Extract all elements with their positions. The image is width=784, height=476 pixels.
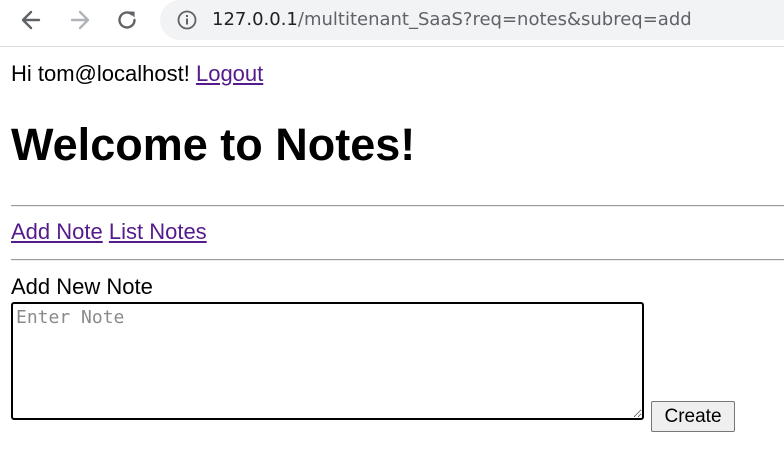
create-button[interactable]: Create <box>651 401 735 432</box>
reload-button[interactable] <box>113 6 141 34</box>
back-button[interactable] <box>17 6 45 34</box>
url-host: 127.0.0.1 <box>212 9 298 30</box>
toolbar-divider <box>0 46 784 47</box>
reload-icon <box>118 11 136 29</box>
url-path: /multitenant_SaaS?req=notes&subreq=add <box>297 9 692 30</box>
arrow-right-icon <box>70 10 90 30</box>
divider-bottom <box>11 259 784 261</box>
arrow-left-icon <box>21 10 41 30</box>
add-note-label: Add New Note <box>11 274 153 299</box>
browser-toolbar: 127.0.0.1/multitenant_SaaS?req=notes&sub… <box>0 0 784 40</box>
greeting-text: Hi tom@localhost! <box>11 61 190 86</box>
address-bar[interactable]: 127.0.0.1/multitenant_SaaS?req=notes&sub… <box>160 0 784 40</box>
info-icon[interactable] <box>177 10 197 30</box>
page-title: Welcome to Notes! <box>11 119 416 170</box>
forward-button[interactable] <box>66 6 94 34</box>
divider-top <box>11 205 784 207</box>
logout-link[interactable]: Logout <box>196 61 263 86</box>
add-note-link[interactable]: Add Note <box>11 219 103 244</box>
user-greeting: Hi tom@localhost! Logout <box>11 60 263 88</box>
note-textarea[interactable] <box>11 302 644 420</box>
list-notes-link[interactable]: List Notes <box>109 219 207 244</box>
url-text[interactable]: 127.0.0.1/multitenant_SaaS?req=notes&sub… <box>212 8 692 32</box>
notes-nav: Add Note List Notes <box>11 218 207 246</box>
